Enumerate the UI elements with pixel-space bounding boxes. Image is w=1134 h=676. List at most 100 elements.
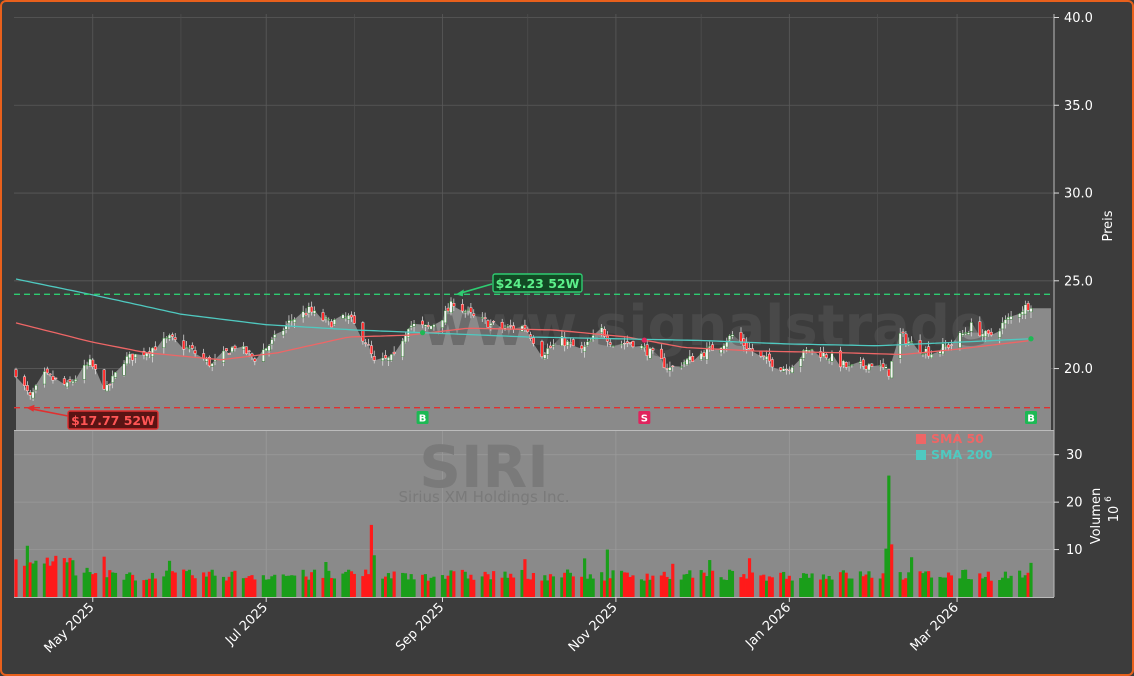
volume-bar (162, 576, 166, 597)
candle (998, 330, 1002, 338)
candle (165, 337, 169, 339)
candle (728, 335, 732, 341)
volume-bar (551, 576, 555, 597)
volume-bar (705, 576, 709, 597)
candle (659, 348, 663, 359)
candle (108, 384, 112, 386)
volume-bar (861, 576, 865, 597)
candle (679, 366, 683, 368)
candle (313, 310, 316, 314)
volume-bar (31, 563, 35, 597)
candle (170, 334, 174, 337)
candle (790, 367, 794, 374)
candle (702, 352, 706, 357)
candle (961, 333, 965, 336)
volume-axis-label: Volumen (1089, 488, 1104, 545)
volume-bar (762, 574, 766, 597)
candle (907, 341, 911, 344)
volume-bar (45, 557, 49, 597)
volume-bar (520, 569, 524, 597)
volume-bar (983, 576, 988, 597)
candle (469, 307, 473, 313)
volume-bar (449, 570, 453, 597)
signal-dot (641, 337, 647, 343)
candle (290, 319, 294, 322)
candle (210, 363, 214, 367)
volume-bar (352, 573, 356, 597)
volume-bar (927, 571, 931, 597)
volume-tick-label: 30 (1066, 448, 1083, 463)
volume-bar (327, 570, 331, 597)
volume-bar (998, 580, 1002, 597)
volume-bar (165, 570, 169, 597)
volume-bar (583, 558, 587, 597)
volume-bar (807, 577, 811, 597)
volume-bar (620, 570, 624, 597)
candle (168, 334, 171, 339)
volume-bar (412, 579, 416, 597)
volume-bar (847, 578, 851, 597)
candle (580, 345, 584, 349)
volume-bar (221, 576, 226, 597)
volume-bar (568, 572, 572, 597)
volume-bar (1026, 572, 1030, 597)
volume-bar (946, 572, 951, 597)
candle (122, 363, 126, 376)
volume-bar (48, 565, 52, 597)
volume-bar (540, 580, 544, 597)
volume-bar (204, 576, 209, 597)
volume-bar (281, 574, 285, 597)
candle (509, 325, 513, 327)
volume-bar (702, 572, 706, 597)
volume-bar (810, 573, 814, 597)
time-tick-label: Nov 2025 (566, 600, 621, 655)
candle (264, 348, 268, 351)
time-tick-label: Jul 2025 (222, 600, 271, 649)
volume-bar (420, 574, 425, 597)
volume-bar (273, 574, 277, 597)
volume-unit-exponent: 6 (1104, 496, 1114, 502)
volume-bar (347, 569, 351, 597)
candle (588, 340, 592, 342)
candle (281, 330, 285, 336)
volume-bar (531, 572, 536, 597)
volume-bar (1029, 562, 1033, 597)
candle (125, 356, 129, 365)
volume-tick-label: 20 (1066, 496, 1083, 511)
candle (787, 369, 791, 371)
volume-bar (759, 575, 763, 597)
volume-bar (113, 572, 118, 597)
candle (441, 319, 444, 328)
volume-bar (827, 576, 831, 597)
volume-bar (54, 555, 58, 597)
candle (745, 342, 749, 350)
volume-bar (765, 580, 769, 597)
candle (372, 356, 376, 361)
candle (918, 340, 922, 353)
volume-bar (460, 569, 464, 597)
volume-bar (401, 572, 405, 597)
candle (193, 350, 197, 354)
volume-bar (261, 575, 265, 597)
volume-bar (767, 576, 772, 597)
candle (105, 384, 109, 392)
volume-bar (944, 577, 948, 597)
candle (640, 345, 643, 349)
volume-bar (665, 576, 669, 597)
candle (662, 357, 666, 368)
candle (583, 346, 587, 352)
volume-bar (486, 574, 490, 597)
candle (361, 322, 365, 342)
volume-bar (659, 575, 663, 597)
candle (367, 344, 370, 346)
candle (384, 355, 388, 359)
candle (94, 364, 98, 370)
volume-bar (608, 578, 612, 597)
candle (71, 381, 75, 384)
volume-bar (511, 577, 516, 597)
candle (151, 347, 154, 357)
candle (884, 366, 888, 369)
volume-bar (153, 578, 157, 597)
candle (369, 345, 373, 355)
volume-bar (71, 560, 75, 597)
